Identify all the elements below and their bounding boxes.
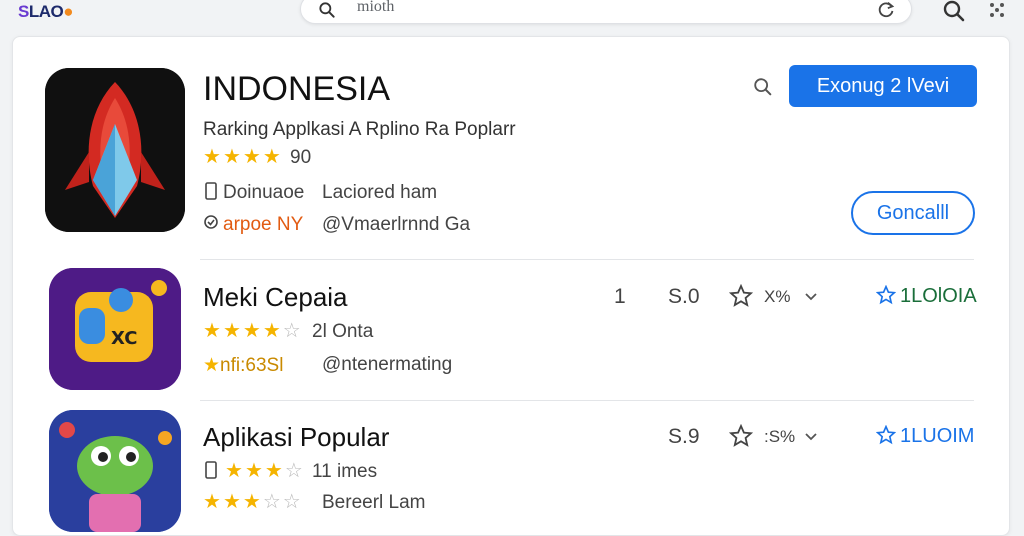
top-bar: SLAO● mioth [0, 0, 1024, 34]
star-icon: ★ [203, 320, 221, 342]
star-icon: ★ [203, 491, 221, 513]
app-meta-right: @ntenermating [322, 354, 453, 375]
star-icon: ★ [225, 460, 243, 482]
app-meta-left: ★nfi:63Sl [203, 354, 283, 377]
app-logo[interactable]: SLAO● [18, 2, 74, 22]
star-icon [876, 425, 896, 445]
app-link[interactable]: 1LOlOIA [876, 285, 977, 308]
chevron-down-icon[interactable] [804, 290, 818, 304]
dinosaur-icon [49, 410, 181, 532]
app-icon-dino[interactable] [49, 410, 181, 532]
app-icon-rocket[interactable] [45, 68, 185, 232]
app-percentage: X% [764, 287, 791, 306]
star-outline-icon[interactable] [729, 284, 753, 308]
phone-icon [205, 182, 217, 200]
star-icon: ★ [242, 320, 261, 342]
app-count: 1 [614, 285, 626, 308]
featured-subtitle: Rarking Applkasi A Rplino Ra Poplarr [203, 119, 516, 140]
star-icon: ★ [264, 460, 283, 482]
search-icon[interactable] [942, 0, 966, 23]
chevron-down-icon[interactable] [804, 430, 818, 444]
app-link[interactable]: 1LUOIM [876, 425, 974, 448]
logo-s: S [18, 2, 29, 21]
app-meta-right: Bereerl Lam [322, 492, 426, 513]
app-meta-left-text: nfi:63Sl [220, 355, 284, 376]
phone-icon [205, 461, 217, 479]
app-title[interactable]: Meki Cepaia [203, 282, 348, 313]
app-score: S.9 [668, 425, 700, 448]
svg-text:XC: XC [111, 328, 137, 349]
star-icon: ★ [262, 320, 281, 342]
star-icon: ★ [203, 355, 221, 376]
app-link-text: 1LUOIM [900, 425, 975, 447]
star-outline-icon: ☆ [262, 491, 281, 513]
app-rating-stars: ★ ★ ★ ★ ☆ [203, 321, 301, 341]
search-icon[interactable] [752, 76, 774, 98]
primary-action-button[interactable]: Exonug 2 lVevi [789, 65, 977, 107]
featured-rating-value: 90 [290, 147, 312, 168]
app-icon-robot[interactable]: XC [49, 268, 181, 390]
search-input[interactable]: mioth [357, 0, 394, 16]
star-icon: ★ [222, 491, 241, 513]
star-icon: ★ [242, 491, 261, 513]
featured-meta1-text: Doinuaoe [223, 182, 305, 203]
featured-meta-category: Laciored ham [322, 182, 438, 203]
star-outline-icon[interactable] [729, 424, 753, 448]
star-outline-icon: ☆ [284, 460, 303, 482]
app-rating-stars-secondary: ★ ★ ★ ☆ ☆ [203, 492, 301, 512]
featured-meta3-text: arpoe NY [223, 214, 304, 235]
grid-menu-icon[interactable] [986, 0, 1010, 23]
featured-title: INDONESIA [203, 70, 391, 108]
featured-meta-tag: @Vmaerlrnnd Ga [322, 214, 471, 235]
featured-meta-publisher: arpoe NY [203, 214, 303, 236]
logo-text: LAO [28, 2, 64, 21]
logo-dot: ● [63, 2, 74, 21]
star-icon: ★ [222, 146, 241, 168]
star-outline-icon: ☆ [282, 491, 301, 513]
star-icon [876, 285, 896, 305]
row-divider [200, 400, 974, 401]
star-outline-icon: ☆ [282, 320, 301, 342]
cancel-button[interactable]: Goncalll [851, 191, 975, 235]
robot-icon: XC [49, 268, 181, 390]
refresh-icon[interactable] [875, 0, 897, 21]
rocket-icon [45, 68, 185, 232]
app-rating-text: 11 imes [312, 461, 378, 482]
star-icon: ★ [244, 460, 263, 482]
star-icon: ★ [203, 146, 221, 168]
featured-meta-downloads: Doinuaoe [203, 182, 304, 204]
location-icon [204, 215, 218, 229]
app-rating-text: 2l Onta [312, 321, 374, 342]
star-icon: ★ [222, 320, 241, 342]
app-link-text: 1LOlOIA [900, 285, 977, 307]
search-icon[interactable] [317, 0, 337, 20]
star-icon: ★ [262, 146, 281, 168]
search-bar[interactable]: mioth [300, 0, 912, 24]
app-score: S.0 [668, 285, 700, 308]
app-percentage: :S% [764, 427, 796, 446]
featured-rating-stars: ★ ★ ★ ★ [203, 147, 281, 167]
app-rating-stars: ★ ★ ★ ☆ [203, 461, 303, 481]
row-divider [200, 259, 974, 260]
app-title[interactable]: Aplikasi Popular [203, 422, 389, 453]
star-icon: ★ [242, 146, 261, 168]
